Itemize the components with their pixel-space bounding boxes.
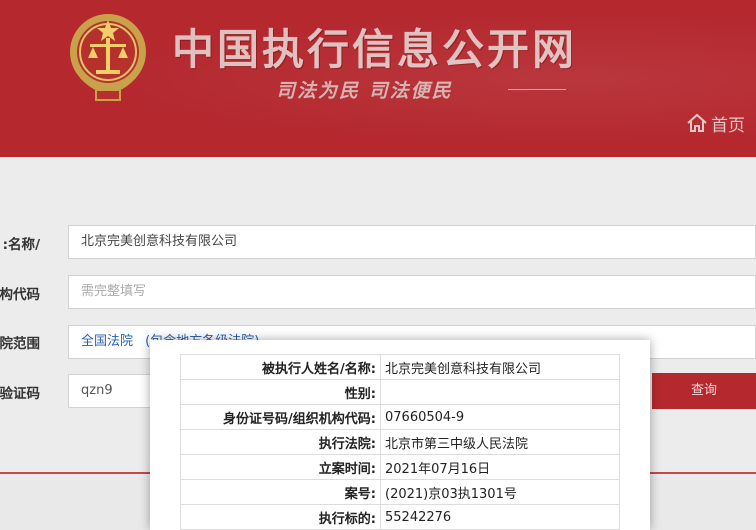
site-slogan: 司法为民 司法便民 — [276, 80, 453, 102]
row-key: 执行标的: — [180, 504, 381, 530]
slogan-divider — [508, 89, 566, 90]
court-scope-label: 院范围: — [0, 336, 40, 352]
row-key: 被执行人姓名/名称: — [180, 354, 381, 380]
result-table: 被执行人姓名/名称: 北京完美创意科技有限公司 性别: 身份证号码/组织机构代码:… — [180, 354, 620, 530]
home-link[interactable]: 首页 — [686, 110, 745, 136]
row-value: 07660504-9 — [380, 404, 620, 430]
home-link-label: 首页 — [711, 115, 745, 136]
row-key: 案号: — [180, 479, 381, 505]
code-input[interactable]: 需完整填写 — [68, 275, 756, 309]
result-popup: 被执行人姓名/名称: 北京完美创意科技有限公司 性别: 身份证号码/组织机构代码:… — [150, 340, 650, 530]
home-icon — [687, 113, 707, 132]
row-key: 身份证号码/组织机构代码: — [180, 404, 381, 430]
site-title: 中国执行信息公开网 — [172, 25, 578, 74]
code-label: 构代码: — [0, 287, 40, 303]
table-row: 性别: — [180, 379, 620, 405]
table-row: 执行法院: 北京市第三中级人民法院 — [180, 429, 620, 455]
query-button[interactable]: 查询 — [652, 373, 756, 409]
row-value: (2021)京03执1301号 — [380, 479, 620, 505]
row-key: 立案时间: — [180, 454, 381, 480]
name-input[interactable]: 北京完美创意科技有限公司 — [68, 225, 756, 259]
table-row: 立案时间: 2021年07月16日 — [180, 454, 620, 480]
court-scope-value: 全国法院 — [81, 334, 134, 349]
row-value — [380, 379, 620, 405]
site-header: 中国执行信息公开网 司法为民 司法便民 首页 — [0, 0, 756, 157]
row-key: 执行法院: — [180, 429, 381, 455]
court-emblem-icon — [70, 14, 146, 101]
name-label: /名称: — [2, 237, 40, 253]
row-value: 北京完美创意科技有限公司 — [380, 354, 620, 380]
table-row: 被执行人姓名/名称: 北京完美创意科技有限公司 — [180, 354, 620, 380]
table-row: 身份证号码/组织机构代码: 07660504-9 — [180, 404, 620, 430]
table-row: 案号: (2021)京03执1301号 — [180, 479, 620, 505]
row-value: 2021年07月16日 — [380, 454, 620, 480]
row-value: 北京市第三中级人民法院 — [380, 429, 620, 455]
captcha-label: 验证码: — [0, 386, 40, 402]
captcha-input[interactable]: qzn9 — [68, 374, 158, 408]
row-key: 性别: — [180, 379, 381, 405]
row-value: 55242276 — [380, 504, 620, 530]
table-row: 执行标的: 55242276 — [180, 504, 620, 530]
